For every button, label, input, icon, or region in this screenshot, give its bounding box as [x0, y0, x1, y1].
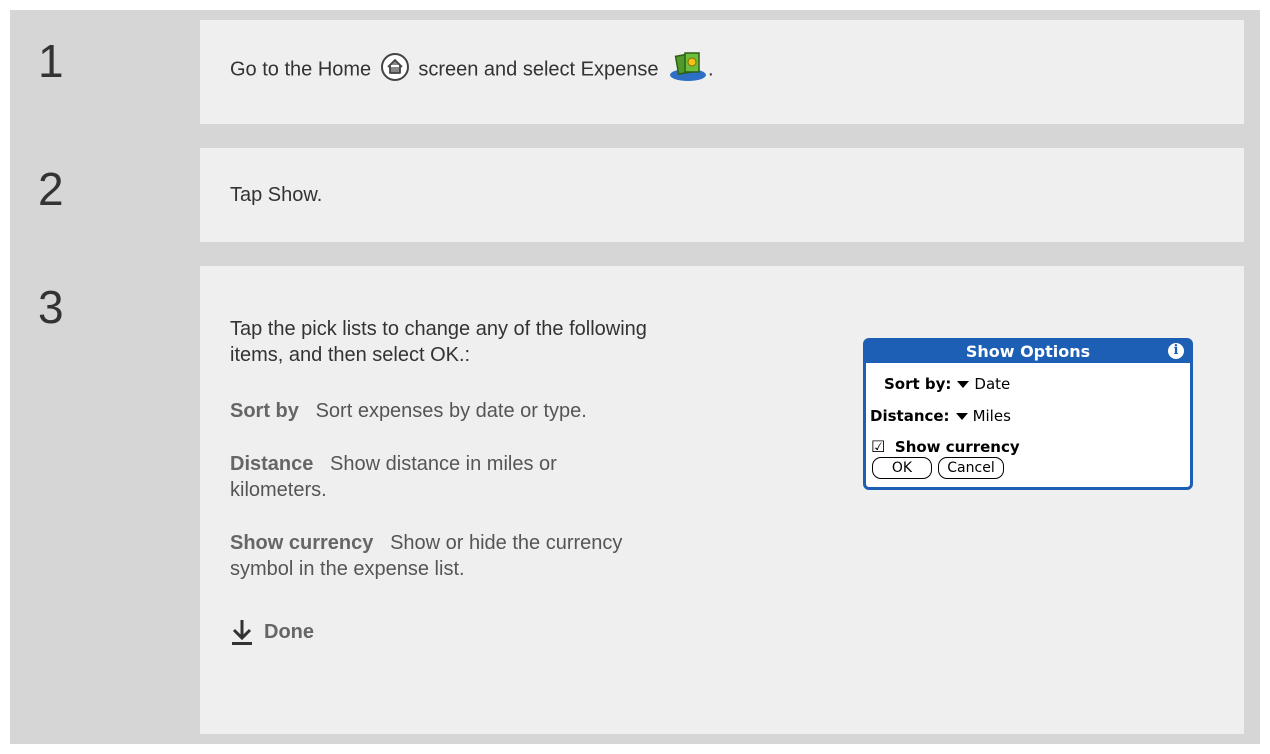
step-2-body: Tap Show. — [200, 148, 1244, 242]
option-show-currency: Show currency Show or hide the currency … — [230, 532, 623, 580]
dialog-title: Show Options — [866, 341, 1190, 363]
sort-by-picklist[interactable]: Date — [974, 375, 1010, 393]
distance-picklist[interactable]: Miles — [973, 407, 1011, 425]
step-2: 2 Tap Show. — [10, 148, 1260, 242]
step-3-body: Tap the pick lists to change any of the … — [200, 266, 1244, 734]
expense-icon — [670, 52, 707, 81]
step-1-text-a: Go to the Home — [230, 58, 372, 81]
step-number-2: 2 — [10, 148, 200, 242]
step-3-intro: Tap the pick lists to change any of the … — [230, 318, 647, 366]
done-link[interactable]: Done — [230, 618, 314, 646]
step-1-text-end: . — [708, 58, 714, 81]
step-1-instruction: Go to the Home screen and select Expense… — [230, 52, 714, 83]
distance-row: Distance: Miles — [870, 407, 1011, 425]
cancel-button[interactable]: Cancel — [938, 457, 1004, 479]
sort-by-row: Sort by: Date — [884, 375, 1011, 393]
show-currency-row: ☑ Show currency — [871, 437, 1020, 456]
step-number-1: 1 — [10, 20, 200, 124]
ok-button[interactable]: OK — [872, 457, 932, 479]
show-currency-checkbox[interactable]: ☑ — [871, 437, 885, 456]
info-icon[interactable]: i — [1168, 343, 1184, 359]
done-arrow-icon — [232, 620, 252, 645]
step-1-body: Go to the Home screen and select Expense… — [200, 20, 1244, 124]
dropdown-triangle-icon — [955, 413, 968, 420]
dropdown-triangle-icon — [957, 381, 970, 388]
step-3: 3 Tap the pick lists to change any of th… — [10, 266, 1260, 734]
show-options-dialog: Show Options i Sort by: Date Distance: Mil… — [863, 338, 1193, 490]
option-distance: Distance Show distance in miles or kilom… — [230, 453, 557, 501]
step-2-instruction: Tap Show. — [230, 184, 323, 206]
home-icon — [380, 53, 409, 81]
option-sort-by: Sort by Sort expenses by date or type. — [230, 400, 587, 422]
step-1-text-b: screen and select Expense — [418, 58, 659, 81]
step-number-3: 3 — [10, 266, 200, 734]
step-1: 1 Go to the Home screen and select Expen… — [10, 20, 1260, 124]
